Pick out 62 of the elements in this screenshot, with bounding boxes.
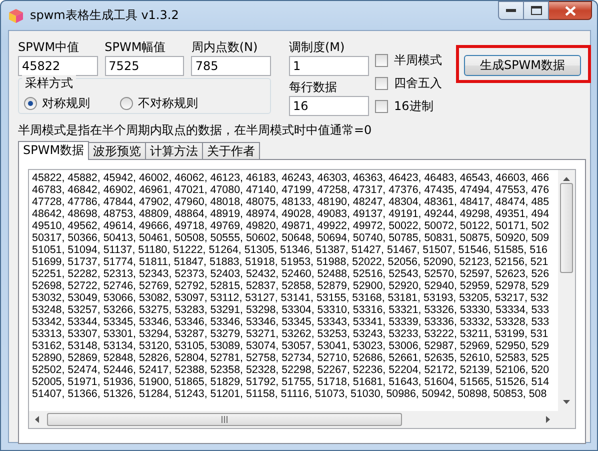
minimize-icon xyxy=(506,8,516,12)
input-field[interactable]: 7525 xyxy=(104,56,184,76)
app-icon xyxy=(8,8,24,24)
close-button[interactable] xyxy=(549,1,592,20)
radio-label: 对称规则 xyxy=(42,95,90,112)
input-field[interactable]: 16 xyxy=(289,96,369,116)
data-line: 52502, 52474, 52446, 52417, 52388, 52358, 52328, 52298, 52267, 52236, 52204, 52172, 52139, 52106, 520 xyxy=(32,364,550,376)
data-line: 48642, 48698, 48753, 48809, 48864, 48919, 48974, 49028, 49083, 49137, 49191, 49244, 49298, 49351, 494 xyxy=(32,208,550,220)
field-label: 周内点数(N) xyxy=(191,39,259,56)
scroll-down-icon[interactable] xyxy=(563,400,570,404)
data-line: 52005, 51971, 51936, 51900, 51865, 51829, 51792, 51755, 51718, 51681, 51643, 51604, 51565, 51526, 514 xyxy=(32,376,550,388)
data-line: 52890, 52869, 52848, 52826, 52804, 52781, 52758, 52734, 52710, 52686, 52661, 52635, 52610, 52583, 525 xyxy=(32,352,550,364)
tab[interactable]: 关于作者 xyxy=(202,142,260,159)
field-label: SPWM中值 xyxy=(18,39,80,56)
data-line: 53032, 53049, 53066, 53082, 53097, 53112, 53127, 53141, 53155, 53168, 53181, 53193, 53205, 53217, 532 xyxy=(32,292,548,304)
input-field[interactable]: 785 xyxy=(191,56,272,76)
data-line: 53162, 53148, 53134, 53120, 53105, 53089, 53074, 53057, 53041, 53023, 53006, 52987, 52969, 52950, 529 xyxy=(32,340,550,352)
data-line: 53313, 53307, 53301, 53294, 53287, 53279, 53271, 53262, 53253, 53243, 53233, 53222, 53211, 53199, 531 xyxy=(32,328,548,340)
generate-button[interactable]: 生成SPWM数据 xyxy=(464,55,581,76)
data-line: 51051, 51094, 51137, 51180, 51222, 51264, 51305, 51346, 51387, 51427, 51467, 51507, 51546, 51585, 516 xyxy=(32,244,548,256)
data-line: 53342, 53344, 53345, 53346, 53346, 53346, 53346, 53345, 53343, 53341, 53339, 53336, 53332, 53328, 533 xyxy=(32,316,550,328)
minimize-button[interactable] xyxy=(498,1,524,20)
maximize-button[interactable] xyxy=(524,1,549,20)
vertical-scrollbar[interactable] xyxy=(558,170,575,411)
input-field[interactable]: 45822 xyxy=(18,56,98,76)
data-line: 52698, 52722, 52746, 52769, 52792, 52815, 52837, 52858, 52879, 52900, 52920, 52940, 52959, 52978, 529 xyxy=(32,280,550,292)
maximize-icon xyxy=(530,6,542,15)
scroll-left-icon[interactable] xyxy=(35,416,39,423)
grip-icon xyxy=(221,416,228,423)
radio-button[interactable] xyxy=(24,97,37,110)
input-field[interactable]: 1 xyxy=(289,56,369,76)
checkbox[interactable] xyxy=(375,100,388,112)
field-label: 每行数据 xyxy=(289,79,338,96)
tab[interactable]: SPWM数据 xyxy=(18,141,90,160)
checkbox-label: 半周模式 xyxy=(394,52,442,68)
data-line: 51407, 51366, 51326, 51284, 51243, 51201, 51158, 51116, 51073, 51030, 50986, 50942, 50898, 50853, 508 xyxy=(32,388,547,400)
data-line: 51699, 51737, 51774, 51811, 51847, 51883, 51918, 51953, 51988, 52022, 52056, 52090, 52123, 52156, 521 xyxy=(32,256,548,268)
radio-button[interactable] xyxy=(120,97,133,110)
data-line: 49510, 49562, 49614, 49666, 49718, 49769, 49820, 49871, 49922, 49972, 50022, 50072, 50122, 50171, 502 xyxy=(32,220,550,232)
data-line: 52251, 52282, 52313, 52343, 52373, 52403, 52432, 52460, 52488, 52516, 52543, 52570, 52597, 52623, 526 xyxy=(32,268,550,280)
horizontal-scrollbar[interactable] xyxy=(29,411,558,428)
scrollbar-thumb[interactable] xyxy=(560,183,573,273)
radio-label: 不对称规则 xyxy=(138,95,198,112)
data-line: 45822, 45882, 45942, 46002, 46062, 46123, 46183, 46243, 46303, 46363, 46423, 46483, 46543, 46603, 466 xyxy=(32,172,550,184)
close-icon xyxy=(564,6,576,16)
tab[interactable]: 计算方法 xyxy=(145,142,204,159)
checkbox[interactable] xyxy=(375,76,388,90)
field-label: SPWM幅值 xyxy=(104,39,167,56)
data-line: 47728, 47786, 47844, 47902, 47960, 48018, 48075, 48133, 48190, 48247, 48304, 48361, 48417, 48474, 485 xyxy=(32,196,550,208)
hint-text: 半周模式是指在半个周期内取点的数据，在半周模式时中值通常=0 xyxy=(18,122,373,138)
scroll-right-icon[interactable] xyxy=(546,416,550,423)
checkbox[interactable] xyxy=(375,54,388,66)
window-title: spwm表格生成工具 v1.3.2 xyxy=(30,7,179,24)
field-label: 调制度(M) xyxy=(289,39,346,56)
scrollbar-thumb[interactable] xyxy=(47,413,402,426)
scroll-up-icon[interactable] xyxy=(563,177,570,181)
data-line: 46783, 46842, 46902, 46961, 47021, 47080, 47140, 47199, 47258, 47317, 47376, 47435, 47494, 47553, 476 xyxy=(32,184,550,196)
checkbox-label: 16进制 xyxy=(394,98,434,114)
data-line: 53248, 53257, 53266, 53275, 53283, 53291, 53298, 53304, 53310, 53316, 53321, 53326, 53330, 53334, 533 xyxy=(32,304,550,316)
data-line: 50317, 50366, 50413, 50461, 50508, 50555, 50602, 50648, 50694, 50740, 50785, 50831, 50875, 50920, 509 xyxy=(32,232,550,244)
tab[interactable]: 波形预览 xyxy=(88,142,146,159)
checkbox-label: 四舍五入 xyxy=(394,74,442,92)
